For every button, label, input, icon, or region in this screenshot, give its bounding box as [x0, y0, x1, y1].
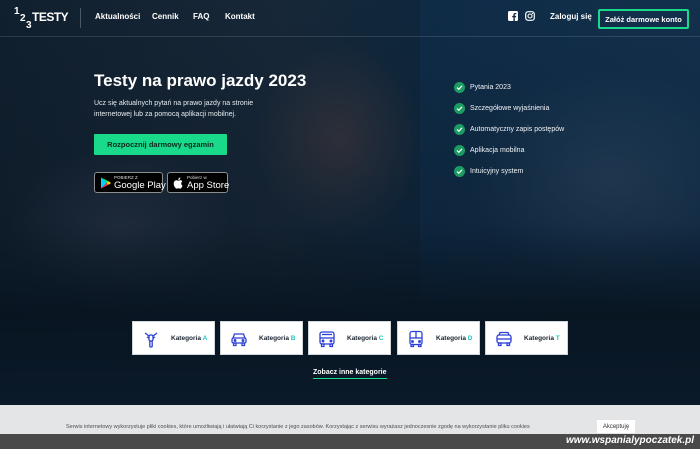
- category-letter: B: [290, 335, 296, 342]
- start-exam-button[interactable]: Rozpocznij darmowy egzamin: [94, 134, 227, 155]
- category-prefix: Kategoria: [347, 335, 377, 342]
- feature-label: Automatyczny zapis postępów: [470, 126, 565, 133]
- category-prefix: Kategoria: [259, 335, 289, 342]
- instagram-icon[interactable]: [525, 11, 535, 21]
- nav-link-faq[interactable]: FAQ: [193, 12, 209, 21]
- google-play-icon: [101, 177, 111, 189]
- register-button[interactable]: Załóż darmowe konto: [598, 9, 689, 29]
- hero-title: Testy na prawo jazdy 2023: [94, 71, 306, 91]
- category-letter: D: [467, 335, 473, 342]
- hero-description: Ucz się aktualnych pytań na prawo jazdy …: [94, 100, 254, 118]
- category-prefix: Kategoria: [524, 335, 554, 342]
- nav-divider: [80, 8, 81, 28]
- google-play-badge[interactable]: POBIERZ Z Google Play: [94, 172, 166, 193]
- logo-digit-2: 2: [20, 13, 26, 24]
- cookie-text: Serwis internetowy wykorzystuje pliki co…: [66, 424, 530, 430]
- apple-icon: [173, 177, 183, 189]
- feature-label: Pytania 2023: [470, 84, 511, 91]
- logo-word: TESTY: [32, 10, 69, 24]
- more-categories-link[interactable]: Zobacz inne kategorie: [313, 369, 387, 379]
- tractor-icon: [496, 331, 512, 347]
- hero-title-bold: na prawo jazdy 2023: [141, 71, 307, 90]
- nav-link-aktualnosci[interactable]: Aktualności: [95, 12, 140, 21]
- check-icon: [454, 103, 465, 114]
- car-icon: [231, 333, 247, 347]
- google-play-big: Google Play: [114, 180, 166, 191]
- feature-label: Szczegółowe wyjaśnienia: [470, 105, 550, 112]
- category-card-c[interactable]: Kategoria C: [308, 321, 391, 355]
- app-store-badge[interactable]: Pobierz w App Store: [167, 172, 230, 193]
- check-icon: [454, 124, 465, 135]
- feature-item: Automatyczny zapis postępów: [454, 124, 564, 135]
- logo[interactable]: 1 2 3 TESTY: [14, 6, 70, 31]
- feature-item: Aplikacja mobilna: [454, 145, 524, 156]
- watermark-bar: www.wspanialypoczatek.pl: [0, 434, 700, 449]
- nav-link-kontakt[interactable]: Kontakt: [225, 12, 255, 21]
- login-link[interactable]: Zaloguj się: [550, 12, 592, 21]
- facebook-icon[interactable]: [508, 11, 518, 21]
- category-label: Kategoria D: [436, 335, 473, 342]
- feature-label: Aplikacja mobilna: [470, 147, 525, 154]
- feature-item: Intuicyjny system: [454, 166, 523, 177]
- top-nav: 1 2 3 TESTY Aktualności Cennik FAQ Konta…: [0, 0, 700, 36]
- category-label: Kategoria T: [524, 335, 560, 342]
- category-label: Kategoria B: [259, 335, 296, 342]
- category-card-d[interactable]: Kategoria D: [397, 321, 480, 355]
- category-card-t[interactable]: Kategoria T: [485, 321, 568, 355]
- truck-icon: [319, 331, 335, 348]
- feature-label: Intuicyjny system: [470, 168, 524, 175]
- category-label: Kategoria C: [347, 335, 384, 342]
- hero-title-plain: Testy: [94, 71, 138, 90]
- category-prefix: Kategoria: [436, 335, 466, 342]
- category-label: Kategoria A: [171, 335, 207, 342]
- motorcycle-icon: [144, 332, 158, 348]
- nav-separator: [0, 36, 700, 37]
- watermark-text: www.wspanialypoczatek.pl: [566, 435, 694, 446]
- logo-digit-3: 3: [26, 20, 32, 31]
- category-prefix: Kategoria: [171, 335, 201, 342]
- bus-icon: [409, 330, 423, 348]
- check-icon: [454, 82, 465, 93]
- category-card-a[interactable]: Kategoria A: [132, 321, 215, 355]
- feature-item: Szczegółowe wyjaśnienia: [454, 103, 549, 114]
- check-icon: [454, 166, 465, 177]
- category-letter: C: [378, 335, 384, 342]
- nav-link-cennik[interactable]: Cennik: [152, 12, 179, 21]
- category-letter: T: [555, 335, 560, 342]
- category-letter: A: [202, 335, 208, 342]
- cookie-accept-button[interactable]: Akceptuję: [597, 420, 635, 433]
- logo-digit-1: 1: [14, 6, 20, 17]
- app-store-big: App Store: [187, 180, 230, 191]
- check-icon: [454, 145, 465, 156]
- feature-item: Pytania 2023: [454, 82, 511, 93]
- category-card-b[interactable]: Kategoria B: [220, 321, 303, 355]
